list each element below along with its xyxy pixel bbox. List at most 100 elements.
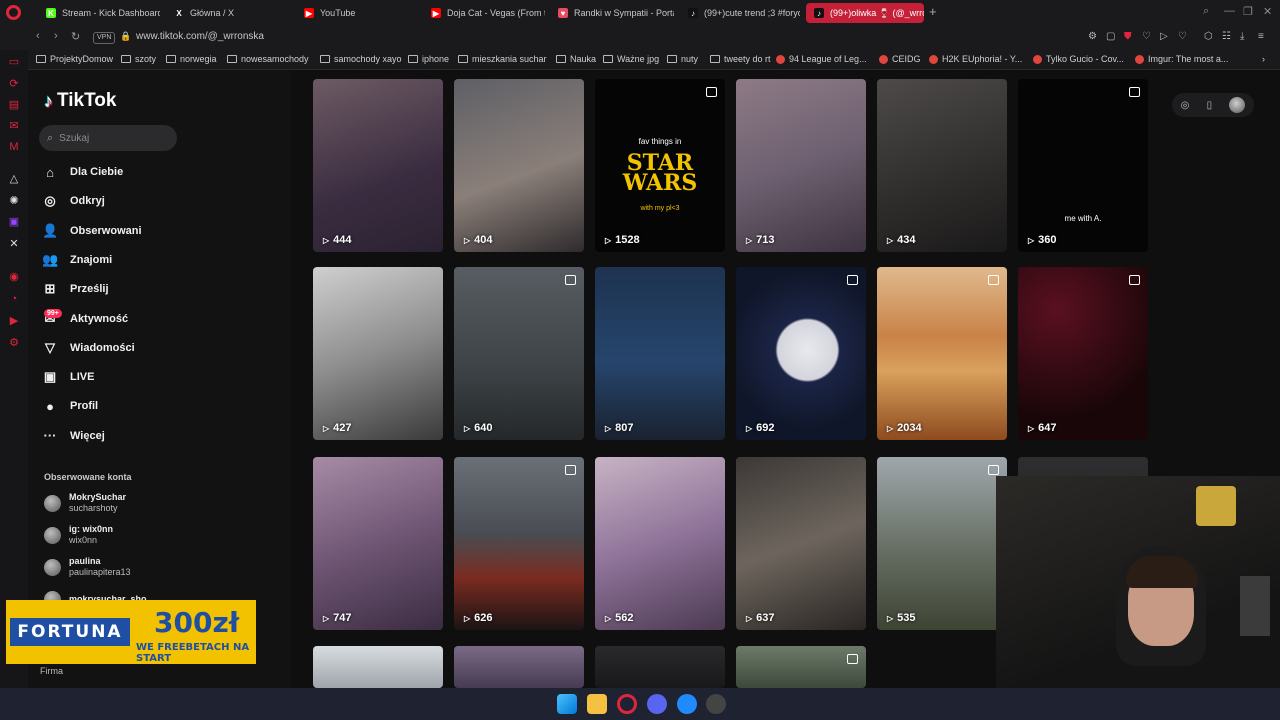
- history-icon[interactable]: ⟳: [7, 77, 21, 91]
- chatgpt-icon[interactable]: ✺: [7, 194, 21, 208]
- video-card[interactable]: [454, 646, 584, 688]
- video-card[interactable]: ▷ 2034: [877, 267, 1007, 440]
- vpn-badge[interactable]: VPN: [93, 32, 116, 44]
- browser-tab[interactable]: ▶ Doja Cat - Vegas (From th: [423, 3, 545, 23]
- start-icon[interactable]: [557, 694, 577, 714]
- search-icon[interactable]: ⌕: [1203, 5, 1209, 18]
- adblock-icon[interactable]: ⛊: [1124, 31, 1132, 42]
- followed-account[interactable]: MokrySuchar sucharshoty: [44, 490, 126, 516]
- video-card[interactable]: ▷ 807: [595, 267, 725, 440]
- snapshot-icon[interactable]: ▢: [1106, 31, 1115, 42]
- video-card[interactable]: ▷ 713: [736, 79, 866, 252]
- nav-item-profil[interactable]: ● Profil: [42, 394, 98, 418]
- player-icon[interactable]: ▶: [7, 314, 21, 328]
- browser-tab[interactable]: ♥ Randki w Sympatii - Porta: [550, 3, 674, 23]
- browser-tab[interactable]: ♪ (99+)cute trend ;3 #foryo: [680, 3, 800, 23]
- bookmark-item[interactable]: samochody xayo: [320, 54, 402, 64]
- nav-item-odkryj[interactable]: ◎ Odkryj: [42, 189, 105, 213]
- mail-icon[interactable]: M: [7, 140, 21, 154]
- video-card[interactable]: ▷ 535: [877, 457, 1007, 630]
- pinboard-icon[interactable]: ◉: [7, 270, 21, 284]
- video-card[interactable]: ▷ 562: [595, 457, 725, 630]
- twitch-icon[interactable]: ▣: [7, 215, 21, 229]
- bookmark-item[interactable]: mieszkania suchar: [458, 54, 547, 64]
- messenger-taskbar-icon[interactable]: [677, 694, 697, 714]
- speed-dial-icon[interactable]: ▭: [7, 55, 21, 69]
- settings-icon[interactable]: ⚙: [1088, 31, 1097, 42]
- bookmark-item[interactable]: ProjektyDomow: [36, 54, 113, 64]
- app-taskbar-icon[interactable]: [706, 694, 726, 714]
- bookmark-icon[interactable]: ♡: [1178, 31, 1187, 42]
- discord-icon[interactable]: [647, 694, 667, 714]
- extensions-icon[interactable]: ⬡: [1204, 31, 1213, 42]
- bookmark-item[interactable]: Ważne jpg: [603, 54, 659, 64]
- nav-item-wiadomo-ci[interactable]: ▽ Wiadomości: [42, 336, 135, 360]
- opera-logo-icon[interactable]: [6, 5, 21, 20]
- video-card[interactable]: ▷ 647: [1018, 267, 1148, 440]
- url-field[interactable]: www.tiktok.com/@_wrronska: [136, 31, 264, 42]
- bookmarks-overflow-icon[interactable]: ›: [1262, 54, 1265, 64]
- followed-account[interactable]: ig: wix0nn wix0nn: [44, 522, 113, 548]
- video-card[interactable]: [595, 646, 725, 688]
- clock-icon[interactable]: ◔: [7, 292, 21, 306]
- bookmark-item[interactable]: nowesamochody: [227, 54, 309, 64]
- back-icon[interactable]: ‹: [36, 30, 40, 42]
- download-icon[interactable]: ⤓: [1240, 31, 1244, 42]
- video-card[interactable]: ▷ 434: [877, 79, 1007, 252]
- footer-firma-link[interactable]: Firma: [40, 666, 63, 676]
- new-tab-button[interactable]: +: [929, 4, 937, 19]
- nav-item-znajomi[interactable]: 👥 Znajomi: [42, 248, 112, 272]
- bookmark-item[interactable]: H2K EUphoria! - Y...: [929, 54, 1022, 64]
- nav-item-live[interactable]: ▣ LIVE: [42, 365, 95, 389]
- browser-tab[interactable]: X Główna / X: [166, 3, 288, 23]
- bookmark-item[interactable]: tweety do rt: [710, 54, 771, 64]
- nav-item-prze-lij[interactable]: ⊞ Prześlij: [42, 277, 109, 301]
- sidebar-settings-icon[interactable]: ⚙: [7, 336, 21, 350]
- video-card[interactable]: ▷ 692: [736, 267, 866, 440]
- browser-tab[interactable]: ♪ (99+)oliwka 🍷 (@_wrron: [806, 3, 924, 23]
- user-avatar[interactable]: [1229, 97, 1246, 113]
- nav-item-dla-ciebie[interactable]: ⌂ Dla Ciebie: [42, 160, 123, 184]
- play-icon[interactable]: ▷: [1160, 31, 1168, 42]
- followed-account[interactable]: paulina paulinapitera13: [44, 554, 131, 580]
- search-input[interactable]: [59, 132, 160, 144]
- video-card[interactable]: ▷ 747: [313, 457, 443, 630]
- bookmark-item[interactable]: szoty: [121, 54, 156, 64]
- reload-icon[interactable]: ↻: [71, 30, 80, 43]
- video-card[interactable]: ▷ 427: [313, 267, 443, 440]
- search-box[interactable]: ⌕: [39, 125, 177, 151]
- video-card[interactable]: ▷ 637: [736, 457, 866, 630]
- lock-icon[interactable]: 🔒: [120, 31, 131, 42]
- file-explorer-icon[interactable]: [587, 694, 607, 714]
- video-card[interactable]: ▷ 626: [454, 457, 584, 630]
- messenger-icon[interactable]: ✉: [7, 119, 21, 133]
- forward-icon[interactable]: ›: [54, 30, 58, 42]
- menu-icon[interactable]: ≡: [1258, 31, 1264, 42]
- minimize-icon[interactable]: —: [1224, 5, 1235, 17]
- wallet-icon[interactable]: ▤: [7, 98, 21, 112]
- bookmark-item[interactable]: iphone: [408, 54, 449, 64]
- bookmark-item[interactable]: Tylko Gucio - Cov...: [1033, 54, 1124, 64]
- browser-tab[interactable]: ▶ YouTube: [296, 3, 416, 23]
- video-card[interactable]: [313, 646, 443, 688]
- heart-icon[interactable]: ♡: [1142, 31, 1151, 42]
- bookmark-item[interactable]: 94 League of Leg...: [776, 54, 867, 64]
- x-icon[interactable]: ✕: [7, 237, 21, 251]
- phone-icon[interactable]: ▯: [1207, 100, 1213, 111]
- tiktok-logo[interactable]: ♪ TikTok: [44, 90, 116, 112]
- video-card[interactable]: me with A. ▷ 360: [1018, 79, 1148, 252]
- close-icon[interactable]: ✕: [1263, 5, 1272, 18]
- compass-icon[interactable]: ◎: [1181, 100, 1190, 111]
- bookmark-item[interactable]: Imgur: The most a...: [1135, 54, 1228, 64]
- bookmark-item[interactable]: norwegia: [166, 54, 217, 64]
- nav-item-wi-cej[interactable]: ··· Więcej: [42, 424, 105, 448]
- video-card[interactable]: [736, 646, 866, 688]
- maximize-icon[interactable]: ❐: [1243, 5, 1253, 18]
- video-card[interactable]: ▷ 444: [313, 79, 443, 252]
- easy-setup-icon[interactable]: ☷: [1222, 31, 1231, 42]
- video-card[interactable]: ▷ 404: [454, 79, 584, 252]
- nav-item-obserwowani[interactable]: 👤 Obserwowani: [42, 219, 142, 243]
- browser-tab[interactable]: K Stream - Kick Dashboard: [38, 3, 160, 23]
- bookmark-item[interactable]: nuty: [667, 54, 698, 64]
- aria-icon[interactable]: △: [7, 172, 21, 186]
